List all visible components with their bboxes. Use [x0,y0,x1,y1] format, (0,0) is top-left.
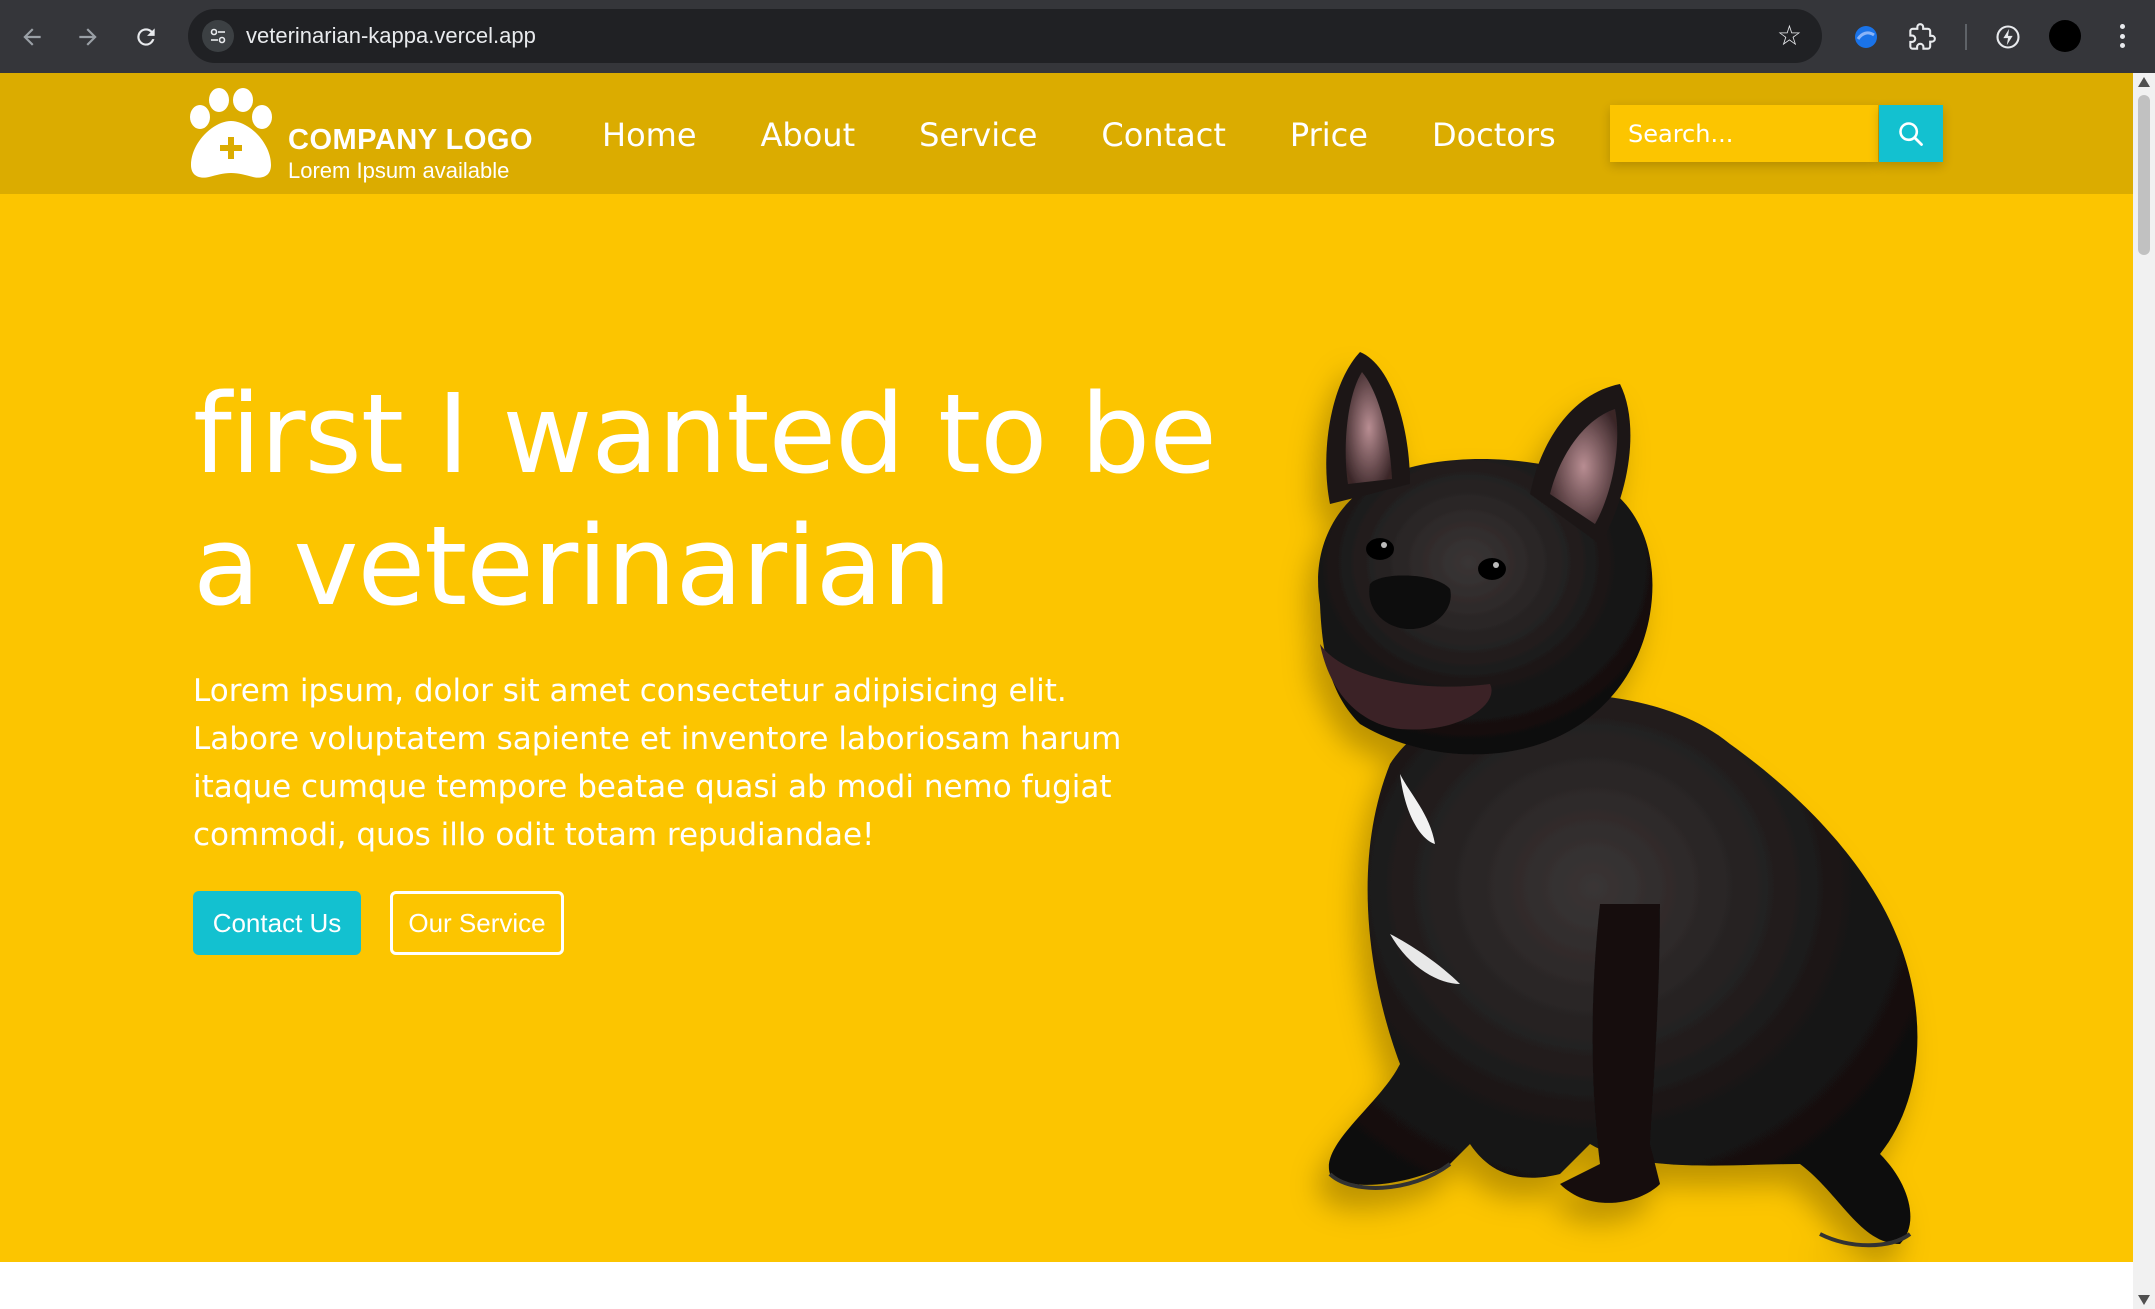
contact-us-button[interactable]: Contact Us [193,891,361,955]
hero-title: first I wanted to be a veterinarian [193,368,1233,632]
page-viewport: COMPANY LOGO Lorem Ipsum available Home … [0,73,2133,1309]
profile-avatar[interactable] [2049,20,2081,52]
logo-subtitle: Lorem Ipsum available [288,158,510,183]
search-icon [1899,121,1923,146]
site-info-icon[interactable] [202,20,234,52]
our-service-button[interactable]: Our Service [390,891,564,955]
search-input[interactable] [1610,105,1878,162]
company-logo[interactable]: COMPANY LOGO Lorem Ipsum available [186,87,533,183]
extension-swirl-icon[interactable] [1848,19,1884,55]
nav-service[interactable]: Service [919,115,1037,155]
forward-icon[interactable] [68,17,108,57]
next-section-edge [0,1262,2133,1309]
nav-home[interactable]: Home [602,115,697,155]
browser-menu-icon[interactable] [2112,18,2132,54]
extensions-puzzle-icon[interactable] [1904,19,1940,55]
logo-title: COMPANY LOGO [288,124,533,156]
hero-section: first I wanted to be a veterinarian Lore… [0,194,2133,1262]
page-scrollbar[interactable] [2133,73,2155,1309]
main-nav: Home About Service Contact Price Doctors [602,115,1620,155]
site-header: COMPANY LOGO Lorem Ipsum available Home … [0,73,2133,194]
scroll-up-arrow-icon[interactable] [2138,77,2150,87]
reload-icon[interactable] [126,17,166,57]
hero-description: Lorem ipsum, dolor sit amet consectetur … [193,673,1122,853]
nav-contact[interactable]: Contact [1101,115,1226,155]
bookmark-star-icon[interactable]: ☆ [1777,20,1802,52]
performance-icon[interactable] [1990,19,2026,55]
nav-doctors[interactable]: Doctors [1432,115,1556,155]
toolbar-divider [1965,24,1967,50]
french-bulldog-photo [1318,352,1918,1248]
scroll-down-arrow-icon[interactable] [2138,1295,2150,1305]
url-text[interactable]: veterinarian-kappa.vercel.app [246,22,536,50]
search-box [1610,105,1878,162]
scrollbar-thumb[interactable] [2138,95,2150,255]
hero-title-line-1: first I wanted to be [193,370,1217,498]
search-button[interactable] [1879,105,1943,162]
nav-price[interactable]: Price [1290,115,1368,155]
back-icon[interactable] [12,17,52,57]
browser-toolbar: veterinarian-kappa.vercel.app ☆ [0,0,2155,73]
hero-title-line-2: a veterinarian [193,502,952,630]
nav-about[interactable]: About [761,115,856,155]
address-bar[interactable]: veterinarian-kappa.vercel.app ☆ [188,9,1822,63]
paw-plus-icon [190,88,272,178]
